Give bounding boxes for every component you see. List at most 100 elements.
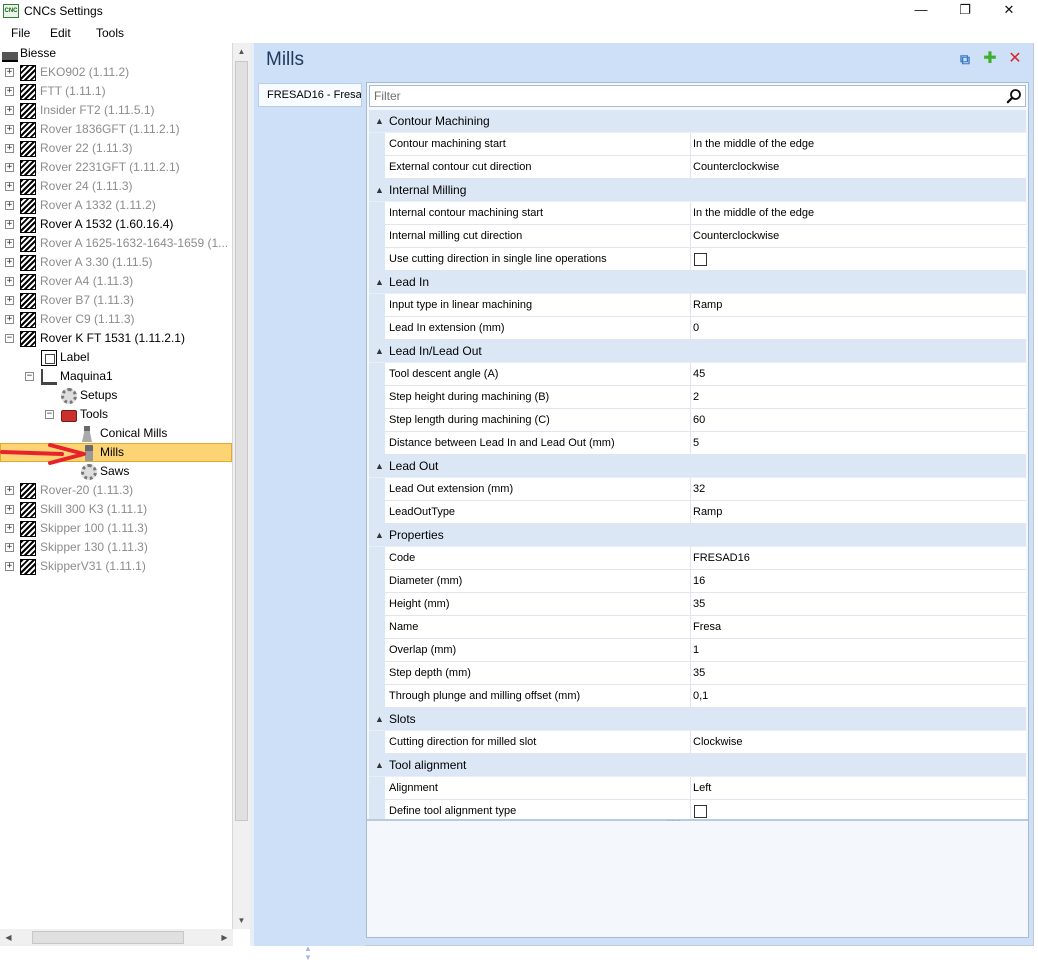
property-value[interactable]: 35 — [693, 593, 1023, 615]
menu-edit[interactable]: Edit — [50, 26, 71, 40]
collapse-toggle[interactable]: − — [5, 334, 14, 343]
category-tool-alignment[interactable]: ▲ Tool alignment — [369, 754, 1026, 777]
property-value[interactable]: 0 — [693, 317, 1023, 339]
property-row-external-contour-cut-direction[interactable]: External contour cut direction Counterclo… — [369, 156, 1026, 179]
filter-input[interactable] — [370, 86, 1000, 106]
category-lead-in-lead-out[interactable]: ▲ Lead In/Lead Out — [369, 340, 1026, 363]
chevron-up-icon[interactable]: ▲ — [375, 524, 384, 546]
tree-node-rover-b7-1-11-3[interactable]: + Rover B7 (1.11.3) — [0, 291, 230, 310]
category-lead-out[interactable]: ▲ Lead Out — [369, 455, 1026, 478]
expand-toggle[interactable]: + — [5, 201, 14, 210]
tree-node-rover-a-1625-1632-1643-1659-1[interactable]: + Rover A 1625-1632-1643-1659 (1... — [0, 234, 230, 253]
tree-vertical-scrollbar[interactable]: ▲ ▼ — [233, 43, 250, 929]
property-value[interactable]: Ramp — [693, 501, 1023, 523]
expand-toggle[interactable]: + — [5, 505, 14, 514]
property-value[interactable]: 45 — [693, 363, 1023, 385]
property-row-overlap-mm[interactable]: Overlap (mm) 1 — [369, 639, 1026, 662]
menu-file[interactable]: File — [11, 26, 30, 40]
property-row-name[interactable]: Name Fresa — [369, 616, 1026, 639]
expand-toggle[interactable]: + — [5, 296, 14, 305]
list-scroll-arrows[interactable]: ▲ ▼ — [302, 944, 314, 962]
copy-icon[interactable]: ⧉ — [956, 50, 974, 68]
property-row-alignment[interactable]: Alignment Left — [369, 777, 1026, 800]
property-row-internal-contour-machining-start[interactable]: Internal contour machining start In the m… — [369, 202, 1026, 225]
property-value[interactable]: In the middle of the edge — [693, 202, 1023, 224]
expand-toggle[interactable]: + — [5, 543, 14, 552]
property-row-leadouttype[interactable]: LeadOutType Ramp — [369, 501, 1026, 524]
expand-toggle[interactable]: + — [5, 562, 14, 571]
expand-toggle[interactable]: + — [5, 220, 14, 229]
resize-grip[interactable]: ...... — [667, 815, 687, 823]
vertical-scroll-thumb[interactable] — [235, 61, 248, 821]
property-row-contour-machining-start[interactable]: Contour machining start In the middle of … — [369, 133, 1026, 156]
expand-toggle[interactable]: + — [5, 486, 14, 495]
property-row-input-type-in-linear-machining[interactable]: Input type in linear machining Ramp — [369, 294, 1026, 317]
tree-node-rover-k-ft-1531[interactable]: − Rover K FT 1531 (1.11.2.1) — [0, 329, 230, 348]
add-icon[interactable]: ✚ — [981, 50, 999, 68]
chevron-up-icon[interactable]: ▲ — [375, 271, 384, 293]
scroll-up-arrow-icon[interactable]: ▲ — [233, 43, 250, 60]
property-row-through-plunge-and-milling-offset-mm[interactable]: Through plunge and milling offset (mm) 0,… — [369, 685, 1026, 708]
expand-toggle[interactable]: + — [5, 106, 14, 115]
property-value[interactable]: 0,1 — [693, 685, 1023, 707]
list-item[interactable]: FRESAD16 - Fresa — [258, 83, 362, 107]
delete-icon[interactable]: ✕ — [1006, 50, 1024, 68]
chevron-up-icon[interactable]: ▲ — [375, 340, 384, 362]
chevron-up-icon[interactable]: ▲ — [375, 754, 384, 776]
tree-node-rover-1836gft-1-11-2-1[interactable]: + Rover 1836GFT (1.11.2.1) — [0, 120, 230, 139]
tree-node-label-item[interactable]: Label — [0, 348, 230, 367]
tree-node-skipper-100-1-11-3[interactable]: + Skipper 100 (1.11.3) — [0, 519, 230, 538]
collapse-toggle[interactable]: − — [45, 410, 54, 419]
search-icon[interactable] — [1006, 88, 1022, 104]
category-contour-machining[interactable]: ▲ Contour Machining — [369, 110, 1026, 133]
tree-node-skipper-130-1-11-3[interactable]: + Skipper 130 (1.11.3) — [0, 538, 230, 557]
tree-node-rover-c9-1-11-3[interactable]: + Rover C9 (1.11.3) — [0, 310, 230, 329]
tree-node-rover-24-1-11-3[interactable]: + Rover 24 (1.11.3) — [0, 177, 230, 196]
tree-node-eko902-1-11-2[interactable]: + EKO902 (1.11.2) — [0, 63, 230, 82]
expand-toggle[interactable]: + — [5, 277, 14, 286]
horizontal-scroll-thumb[interactable] — [32, 931, 184, 944]
tree-node-rover-22-1-11-3[interactable]: + Rover 22 (1.11.3) — [0, 139, 230, 158]
property-row-height-mm[interactable]: Height (mm) 35 — [369, 593, 1026, 616]
property-value[interactable]: Clockwise — [693, 731, 1023, 753]
tree-node-insider-ft2-1-11-5-1[interactable]: + Insider FT2 (1.11.5.1) — [0, 101, 230, 120]
expand-toggle[interactable]: + — [5, 524, 14, 533]
category-internal-milling[interactable]: ▲ Internal Milling — [369, 179, 1026, 202]
expand-toggle[interactable]: + — [5, 258, 14, 267]
property-row-tool-descent-angle-a[interactable]: Tool descent angle (A) 45 — [369, 363, 1026, 386]
expand-toggle[interactable]: + — [5, 182, 14, 191]
tree-node-ftt-1-11-1[interactable]: + FTT (1.11.1) — [0, 82, 230, 101]
expand-toggle[interactable]: + — [5, 87, 14, 96]
property-row-code[interactable]: Code FRESAD16 — [369, 547, 1026, 570]
tree-root-biesse[interactable]: Biesse — [0, 44, 230, 63]
minimize-button[interactable]: — — [899, 0, 943, 22]
property-value[interactable]: Counterclockwise — [693, 156, 1023, 178]
property-value[interactable]: 1 — [693, 639, 1023, 661]
tree-node-skipperv31-1-11-1[interactable]: + SkipperV31 (1.11.1) — [0, 557, 230, 576]
property-value[interactable]: 32 — [693, 478, 1023, 500]
collapse-toggle[interactable]: − — [25, 372, 34, 381]
property-value[interactable]: 5 — [693, 432, 1023, 454]
restore-button[interactable]: ❐ — [943, 0, 987, 22]
tree-node-setups[interactable]: Setups — [0, 386, 230, 405]
menu-tools[interactable]: Tools — [96, 26, 124, 40]
property-row-distance-between-lead-in-and-lead-out-mm[interactable]: Distance between Lead In and Lead Out (m… — [369, 432, 1026, 455]
property-value[interactable]: Left — [693, 777, 1023, 799]
expand-toggle[interactable]: + — [5, 125, 14, 134]
category-properties[interactable]: ▲ Properties — [369, 524, 1026, 547]
property-row-step-height-during-machining-b[interactable]: Step height during machining (B) 2 — [369, 386, 1026, 409]
category-lead-in[interactable]: ▲ Lead In — [369, 271, 1026, 294]
property-checkbox[interactable] — [694, 253, 707, 266]
property-row-cutting-direction-for-milled-slot[interactable]: Cutting direction for milled slot Clockwi… — [369, 731, 1026, 754]
tree-horizontal-scrollbar[interactable]: ◀ ▶ — [0, 929, 233, 946]
tree-node-rover-a-3-30-1-11-5[interactable]: + Rover A 3.30 (1.11.5) — [0, 253, 230, 272]
property-value[interactable]: 35 — [693, 662, 1023, 684]
tree-node-conical-mills[interactable]: Conical Mills — [0, 424, 230, 443]
category-slots[interactable]: ▲ Slots — [369, 708, 1026, 731]
property-value[interactable]: Ramp — [693, 294, 1023, 316]
close-window-button[interactable]: ✕ — [987, 0, 1031, 22]
expand-toggle[interactable]: + — [5, 239, 14, 248]
scroll-right-arrow-icon[interactable]: ▶ — [216, 929, 233, 946]
property-row-lead-in-extension-mm[interactable]: Lead In extension (mm) 0 — [369, 317, 1026, 340]
property-row-step-depth-mm[interactable]: Step depth (mm) 35 — [369, 662, 1026, 685]
